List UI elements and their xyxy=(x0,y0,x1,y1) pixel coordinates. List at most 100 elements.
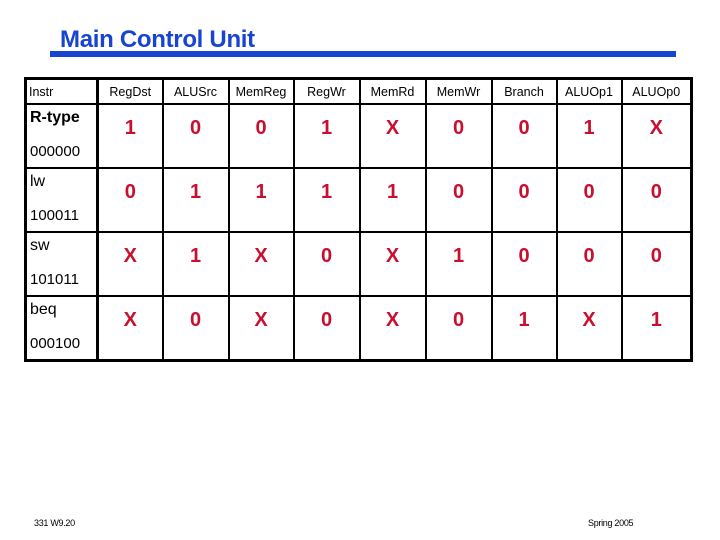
cell-alusrc: 0 xyxy=(161,103,230,169)
cell-aluop1: 1 xyxy=(555,103,623,169)
cell-memwr: 0 xyxy=(424,295,493,362)
header-memrd: MemRd xyxy=(358,77,427,105)
cell-regdst: 1 xyxy=(96,103,164,169)
cell-aluop0: 0 xyxy=(620,231,693,297)
signal-value: 0 xyxy=(518,117,530,139)
instr-cell: lw 100011 xyxy=(24,167,99,233)
title-underline xyxy=(50,51,676,57)
header-regwr: RegWr xyxy=(292,77,361,105)
signal-value: X xyxy=(123,309,137,331)
signal-value: 0 xyxy=(452,117,465,139)
instr-name: R-type xyxy=(30,109,80,126)
cell-branch: 1 xyxy=(490,295,558,362)
cell-memrd: 1 xyxy=(358,167,427,233)
instr-name: beq xyxy=(30,301,57,318)
header-branch: Branch xyxy=(490,77,558,105)
instr-name: lw xyxy=(30,173,46,190)
signal-value: 1 xyxy=(124,117,136,139)
signal-value: 0 xyxy=(518,181,530,203)
header-alusrc: ALUSrc xyxy=(161,77,230,105)
cell-memrd: X xyxy=(358,103,427,169)
signal-value: 1 xyxy=(452,245,465,267)
signal-value: X xyxy=(254,245,268,267)
signal-value: 0 xyxy=(320,309,333,331)
header-aluop1: ALUOp1 xyxy=(555,77,623,105)
cell-memwr: 0 xyxy=(424,103,493,169)
cell-memwr: 0 xyxy=(424,167,493,233)
instr-opcode: 000100 xyxy=(30,335,81,352)
signal-value: 0 xyxy=(518,245,530,267)
cell-alusrc: 1 xyxy=(161,231,230,297)
signal-value: 0 xyxy=(189,117,202,139)
signal-value: X xyxy=(254,309,268,331)
header-memreg: MemReg xyxy=(227,77,295,105)
cell-memreg: X xyxy=(227,295,295,362)
signal-value: X xyxy=(385,117,400,139)
cell-regwr: 0 xyxy=(292,295,361,362)
footer-slide-number: 331 W9.20 xyxy=(34,518,75,528)
table-row-lw: lw 100011 0 1 1 1 1 0 0 0 0 xyxy=(24,167,693,233)
instr-cell: sw 101011 xyxy=(24,231,99,297)
slide-title: Main Control Unit xyxy=(60,26,255,53)
cell-alusrc: 0 xyxy=(161,295,230,362)
signal-value: 0 xyxy=(650,181,662,203)
cell-aluop0: 1 xyxy=(620,295,693,362)
header-row: Instr RegDst ALUSrc MemReg RegWr MemRd M… xyxy=(24,77,693,105)
signal-value: 0 xyxy=(583,245,595,267)
table-row-beq: beq 000100 X 0 X 0 X 0 1 X 1 xyxy=(24,295,693,362)
cell-aluop1: X xyxy=(555,295,623,362)
signal-value: 1 xyxy=(518,309,530,331)
cell-memrd: X xyxy=(358,231,427,297)
signal-value: 1 xyxy=(320,181,333,203)
cell-aluop0: X xyxy=(620,103,693,169)
cell-regwr: 1 xyxy=(292,103,361,169)
signal-value: 0 xyxy=(650,245,662,267)
instr-cell: R-type 000000 xyxy=(24,103,99,169)
instr-opcode: 000000 xyxy=(30,143,81,160)
cell-branch: 0 xyxy=(490,167,558,233)
signal-value: X xyxy=(385,309,400,331)
cell-branch: 0 xyxy=(490,103,558,169)
cell-regwr: 0 xyxy=(292,231,361,297)
signal-value: 0 xyxy=(320,245,333,267)
signal-value: 1 xyxy=(583,117,595,139)
signal-value: 0 xyxy=(452,309,465,331)
signal-value: 0 xyxy=(189,309,202,331)
cell-aluop0: 0 xyxy=(620,167,693,233)
cell-memrd: X xyxy=(358,295,427,362)
instr-opcode: 101011 xyxy=(30,271,79,288)
header-regdst: RegDst xyxy=(96,77,164,105)
cell-aluop1: 0 xyxy=(555,167,623,233)
signal-value: X xyxy=(582,309,596,331)
instr-name: sw xyxy=(30,237,50,254)
control-signal-table: Instr RegDst ALUSrc MemReg RegWr MemRd M… xyxy=(24,77,693,362)
cell-regdst: X xyxy=(96,295,164,362)
signal-value: 1 xyxy=(320,117,333,139)
header-instr: Instr xyxy=(24,77,99,105)
signal-value: X xyxy=(123,245,137,267)
cell-memreg: 0 xyxy=(227,103,295,169)
signal-value: 1 xyxy=(386,181,399,203)
signal-value: 1 xyxy=(255,181,267,203)
header-memwr: MemWr xyxy=(424,77,493,105)
instr-cell: beq 000100 xyxy=(24,295,99,362)
signal-value: X xyxy=(649,117,663,139)
signal-value: 1 xyxy=(189,245,202,267)
instr-opcode: 100011 xyxy=(30,207,79,224)
cell-aluop1: 0 xyxy=(555,231,623,297)
cell-memreg: X xyxy=(227,231,295,297)
signal-value: 1 xyxy=(189,181,202,203)
cell-regdst: X xyxy=(96,231,164,297)
signal-value: X xyxy=(385,245,400,267)
cell-memreg: 1 xyxy=(227,167,295,233)
signal-value: 0 xyxy=(255,117,267,139)
cell-alusrc: 1 xyxy=(161,167,230,233)
cell-branch: 0 xyxy=(490,231,558,297)
cell-regwr: 1 xyxy=(292,167,361,233)
signal-value: 0 xyxy=(124,181,136,203)
signal-value: 1 xyxy=(650,309,662,331)
cell-regdst: 0 xyxy=(96,167,164,233)
cell-memwr: 1 xyxy=(424,231,493,297)
table-row-sw: sw 101011 X 1 X 0 X 1 0 0 0 xyxy=(24,231,693,297)
table-row-rtype: R-type 000000 1 0 0 1 X 0 0 1 X xyxy=(24,103,693,169)
